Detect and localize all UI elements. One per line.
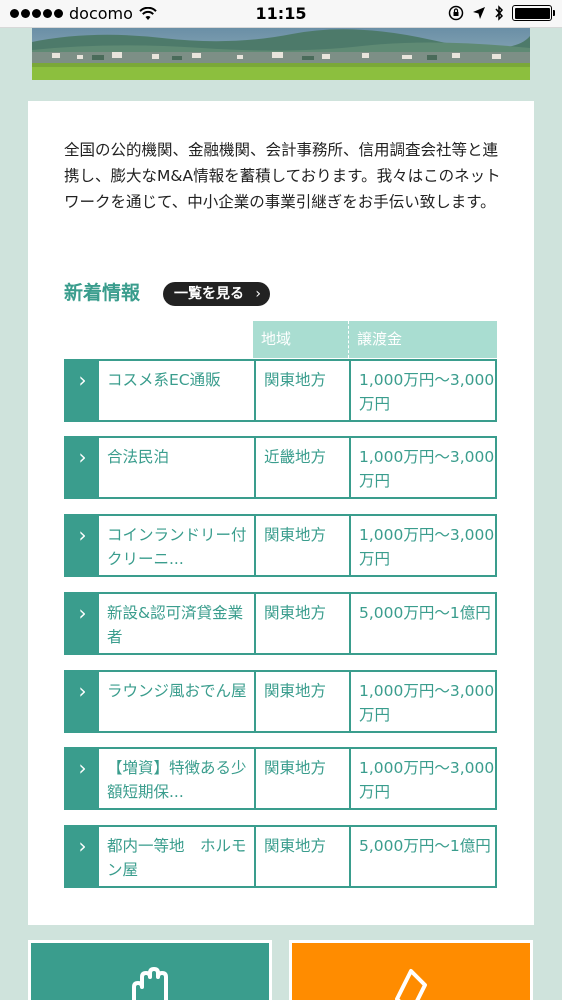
document-icon (395, 969, 427, 1000)
news-title: 新着情報 (64, 282, 141, 304)
row-name: コインランドリー付クリーニ... (107, 526, 247, 568)
row-name: 【増資】特徴ある少額短期保... (107, 759, 247, 801)
chevron-right-icon: › (66, 361, 99, 420)
chevron-right-icon: › (255, 286, 261, 302)
status-bar: docomo 11:15 (0, 0, 562, 28)
hand-icon (132, 967, 168, 1000)
row-region: 近畿地方 (254, 438, 349, 497)
table-header-price: 譲渡金 (348, 321, 497, 358)
chevron-right-icon: › (66, 672, 99, 731)
chevron-right-icon: › (66, 516, 99, 575)
battery-icon (512, 5, 555, 21)
chevron-right-icon: › (66, 749, 99, 808)
table-row[interactable]: › 【増資】特徴ある少額短期保... 関東地方 1,000万円〜3,000万円 (64, 747, 497, 810)
chevron-right-icon: › (66, 827, 99, 886)
chevron-right-icon: › (66, 594, 99, 653)
row-name: ラウンジ風おでん屋 (107, 682, 247, 700)
row-price: 1,000万円〜3,000万円 (349, 516, 495, 575)
row-price: 1,000万円〜3,000万円 (349, 672, 495, 731)
row-price: 5,000万円〜1億円 (349, 827, 495, 886)
row-region: 関東地方 (254, 827, 349, 886)
table-row[interactable]: › 新設&認可済貸金業者 関東地方 5,000万円〜1億円 (64, 592, 497, 655)
location-arrow-icon (473, 7, 485, 19)
table-header-region: 地域 (253, 321, 348, 358)
hero-image (32, 28, 530, 80)
chevron-right-icon: › (66, 438, 99, 497)
row-price: 1,000万円〜3,000万円 (349, 438, 495, 497)
orange-action-button[interactable] (289, 940, 533, 1000)
row-region: 関東地方 (254, 749, 349, 808)
row-region: 関東地方 (254, 516, 349, 575)
table-row[interactable]: › ラウンジ風おでん屋 関東地方 1,000万円〜3,000万円 (64, 670, 497, 733)
row-region: 関東地方 (254, 672, 349, 731)
intro-text: 全国の公的機関、金融機関、会計事務所、信用調査会社等と連携し、膨大なM&A情報を… (64, 141, 501, 211)
row-name: 合法民泊 (107, 448, 170, 466)
view-all-button[interactable]: 一覧を見る › (163, 282, 270, 306)
status-right (448, 5, 555, 21)
table-row[interactable]: › コスメ系EC通販 関東地方 1,000万円〜3,000万円 (64, 359, 497, 422)
table-row[interactable]: › 合法民泊 近畿地方 1,000万円〜3,000万円 (64, 436, 497, 499)
table-row[interactable]: › 都内一等地 ホルモン屋 関東地方 5,000万円〜1億円 (64, 825, 497, 888)
row-region: 関東地方 (254, 361, 349, 420)
row-price: 1,000万円〜3,000万円 (349, 749, 495, 808)
bluetooth-icon (495, 5, 504, 21)
row-price: 1,000万円〜3,000万円 (349, 361, 495, 420)
table-row[interactable]: › コインランドリー付クリーニ... 関東地方 1,000万円〜3,000万円 (64, 514, 497, 577)
row-name: 都内一等地 ホルモン屋 (107, 837, 247, 879)
row-region: 関東地方 (254, 594, 349, 653)
row-name: コスメ系EC通販 (107, 371, 221, 389)
green-action-button[interactable] (28, 940, 272, 1000)
content-card: 全国の公的機関、金融機関、会計事務所、信用調査会社等と連携し、膨大なM&A情報を… (28, 101, 534, 925)
orientation-lock-icon (448, 5, 464, 21)
view-all-label: 一覧を見る (174, 286, 244, 302)
row-name: 新設&認可済貸金業者 (107, 604, 244, 646)
row-price: 5,000万円〜1億円 (349, 594, 495, 653)
